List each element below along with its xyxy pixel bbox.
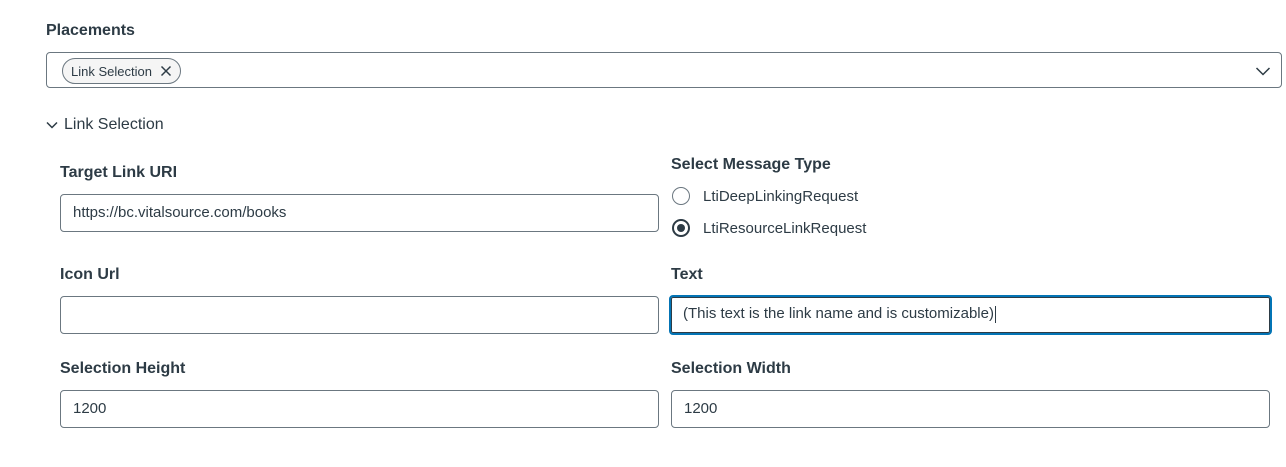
icon-url-label: Icon Url bbox=[60, 266, 120, 283]
radio-option-lti-resource-link-request[interactable]: LtiResourceLinkRequest bbox=[672, 219, 866, 237]
text-caret bbox=[994, 305, 996, 323]
text-label: Text bbox=[671, 266, 703, 283]
close-icon[interactable] bbox=[160, 65, 172, 77]
icon-url-input[interactable] bbox=[60, 296, 659, 334]
radio-option-label: LtiResourceLinkRequest bbox=[703, 219, 867, 237]
placement-tag-link-selection[interactable]: Link Selection bbox=[62, 58, 181, 84]
selection-width-value: 1200 bbox=[684, 400, 718, 417]
selection-width-label: Selection Width bbox=[671, 360, 791, 377]
link-selection-toggle-label: Link Selection bbox=[64, 116, 164, 133]
radio-option-label: LtiDeepLinkingRequest bbox=[703, 187, 859, 205]
radio-button-checked[interactable] bbox=[672, 219, 690, 237]
selection-height-value: 1200 bbox=[73, 400, 107, 417]
target-link-uri-label: Target Link URI bbox=[60, 164, 178, 181]
chevron-down-icon bbox=[46, 119, 58, 131]
link-selection-toggle[interactable]: Link Selection bbox=[46, 116, 164, 134]
selection-width-input[interactable]: 1200 bbox=[671, 390, 1270, 428]
radio-button[interactable] bbox=[672, 187, 690, 205]
selection-height-input[interactable]: 1200 bbox=[60, 390, 659, 428]
placement-config-form: Placements Link Selection Link Selection… bbox=[0, 0, 1286, 467]
radio-option-lti-deep-linking-request[interactable]: LtiDeepLinkingRequest bbox=[672, 187, 858, 205]
text-value: (This text is the link name and is custo… bbox=[683, 305, 994, 322]
message-type-label: Select Message Type bbox=[671, 156, 831, 173]
chevron-down-icon[interactable] bbox=[1255, 63, 1271, 79]
placements-select[interactable]: Link Selection bbox=[46, 52, 1282, 88]
text-input[interactable]: (This text is the link name and is custo… bbox=[669, 295, 1272, 335]
placement-tag-label: Link Selection bbox=[71, 63, 152, 79]
selection-height-label: Selection Height bbox=[60, 360, 186, 377]
target-link-uri-value: https://bc.vitalsource.com/books bbox=[73, 204, 287, 221]
placements-label: Placements bbox=[46, 22, 135, 39]
target-link-uri-input[interactable]: https://bc.vitalsource.com/books bbox=[60, 194, 659, 232]
